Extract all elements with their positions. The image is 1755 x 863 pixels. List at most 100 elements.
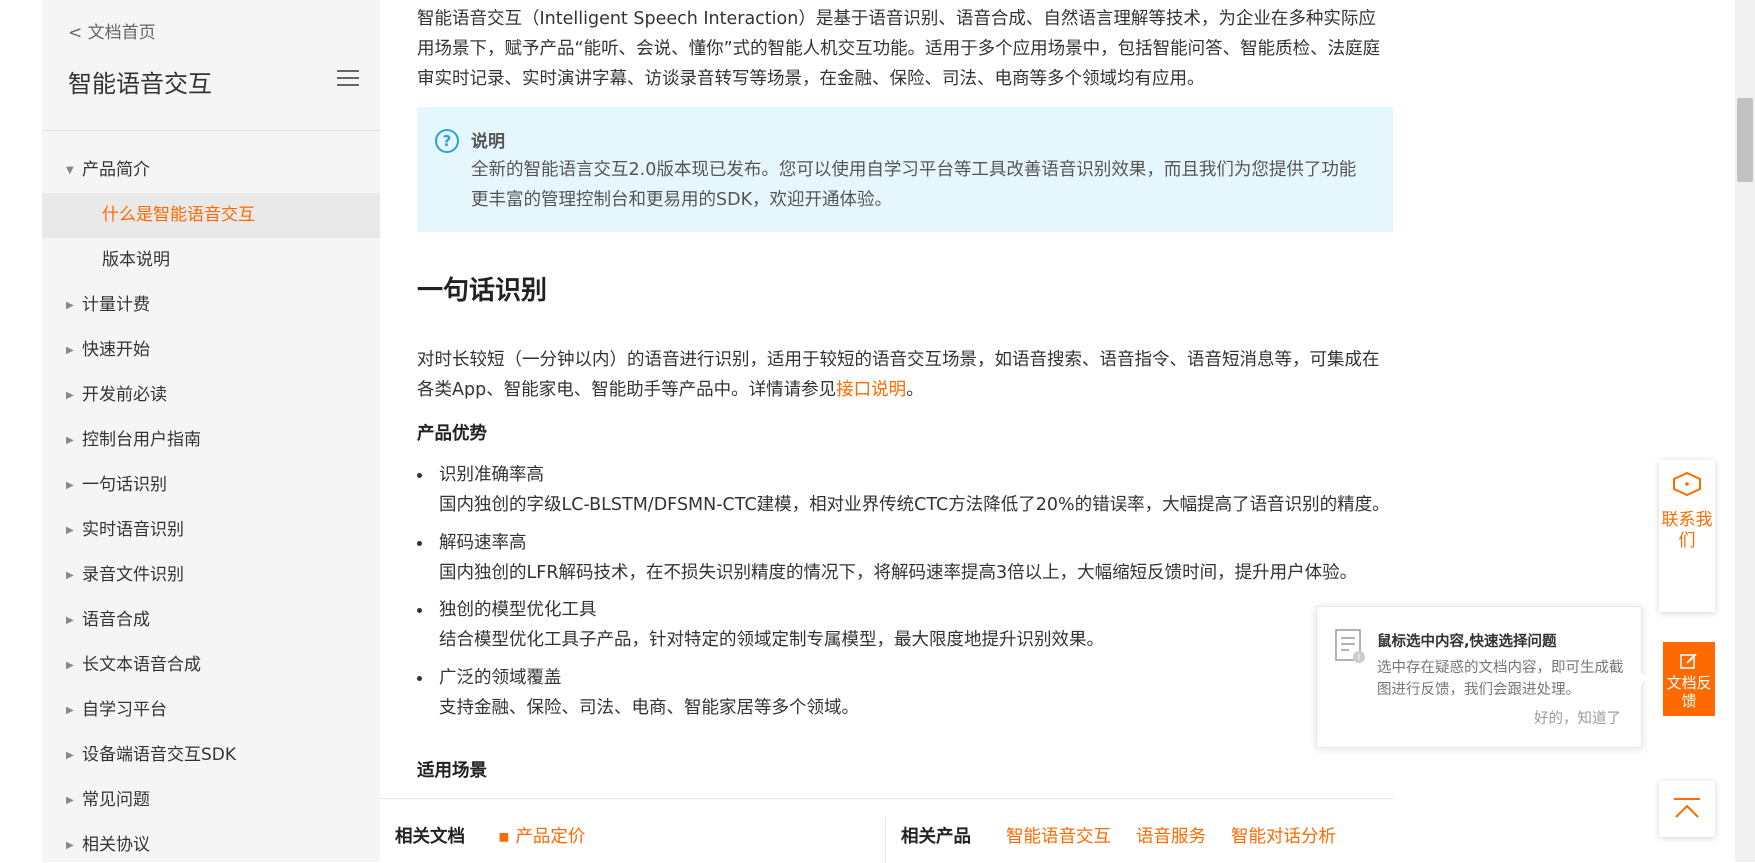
advantage-desc: 结合模型优化工具子产品，针对特定的领域定制专属模型，最大限度地提升识别效果。 xyxy=(439,630,1104,650)
sidebar-item-sentence-recognition[interactable]: ▶ 一句话识别 xyxy=(42,463,380,508)
sidebar-divider xyxy=(42,130,380,131)
related-divider xyxy=(885,817,886,863)
question-circle-icon: ? xyxy=(435,129,459,153)
advantages-heading: 产品优势 xyxy=(417,424,487,444)
related-product-link[interactable]: 智能对话分析 xyxy=(1231,823,1336,848)
intro-paragraph: 智能语音交互（Intelligent Speech Interaction）是基… xyxy=(417,9,1381,89)
sidebar-item-label: 常见问题 xyxy=(82,790,150,810)
sidebar-item-label: 计量计费 xyxy=(82,295,150,315)
sidebar-item-label: 控制台用户指南 xyxy=(82,430,201,450)
svg-text:!: ! xyxy=(1357,653,1361,663)
caret-right-icon: ▶ xyxy=(66,480,74,491)
tip-body: 选中存在疑惑的文档内容，即可生成截图进行反馈，我们会跟进处理。 xyxy=(1377,660,1624,698)
api-doc-link[interactable]: 接口说明 xyxy=(836,380,906,400)
caret-right-icon: ▶ xyxy=(66,795,74,806)
hamburger-menu-icon[interactable] xyxy=(337,70,359,88)
sidebar-item-label: 版本说明 xyxy=(102,250,170,270)
caret-right-icon: ▶ xyxy=(66,660,74,671)
related-doc-pricing-text: 产品定价 xyxy=(515,827,586,847)
list-item: 广泛的领域覆盖 支持金融、保险、司法、电商、智能家居等多个领域。 xyxy=(417,663,1393,731)
sidebar-item-label: 录音文件识别 xyxy=(82,565,184,585)
caret-right-icon: ▶ xyxy=(66,390,74,401)
sidebar-item-label: 语音合成 xyxy=(82,610,150,630)
sidebar-item-label: 实时语音识别 xyxy=(82,520,184,540)
advantage-desc: 国内独创的LFR解码技术，在不损失识别精度的情况下，将解码速率提高3倍以上，大幅… xyxy=(439,562,1358,583)
caret-right-icon: ▶ xyxy=(66,300,74,311)
related-product-link[interactable]: 语音服务 xyxy=(1136,823,1206,848)
caret-right-icon: ▶ xyxy=(66,570,74,581)
sidebar-item-agreements[interactable]: ▶ 相关协议 xyxy=(42,823,380,862)
sidebar-item-label: 开发前必读 xyxy=(82,385,167,405)
tip-dismiss-button[interactable]: 好的，知道了 xyxy=(1534,707,1621,728)
scenarios-heading: 适用场景 xyxy=(417,761,487,781)
page-scrollbar[interactable] xyxy=(1735,0,1755,862)
section-paragraph-end: 。 xyxy=(906,380,924,400)
tip-title: 鼠标选中内容,快速选择问题 xyxy=(1377,634,1557,650)
back-to-docs-home-link[interactable]: < 文档首页 xyxy=(68,18,156,43)
note-title: 说明 xyxy=(471,132,505,152)
bullet-dot xyxy=(417,675,422,681)
sidebar-item-label: 快速开始 xyxy=(82,340,150,360)
advantage-title: 独创的模型优化工具 xyxy=(439,600,597,620)
tip-arrow xyxy=(1639,670,1647,686)
sidebar-item-product-intro[interactable]: ▼ 产品简介 xyxy=(42,148,380,193)
back-to-top-button[interactable] xyxy=(1659,781,1715,837)
sidebar-item-release-notes[interactable]: 版本说明 xyxy=(42,238,380,283)
caret-right-icon: ▶ xyxy=(66,750,74,761)
sidebar-item-label: 什么是智能语音交互 xyxy=(102,205,255,225)
sidebar-item-tts[interactable]: ▶ 语音合成 xyxy=(42,598,380,643)
sidebar-item-device-sdk[interactable]: ▶ 设备端语音交互SDK xyxy=(42,733,380,778)
caret-right-icon: ▶ xyxy=(66,345,74,356)
sidebar-item-long-tts[interactable]: ▶ 长文本语音合成 xyxy=(42,643,380,688)
caret-right-icon: ▶ xyxy=(66,705,74,716)
advantage-title: 广泛的领域覆盖 xyxy=(439,667,562,688)
scrollbar-thumb[interactable] xyxy=(1737,98,1753,182)
bullet-dot xyxy=(417,473,422,478)
doc-feedback-label: 文档反馈 xyxy=(1666,674,1712,710)
bullet-dot xyxy=(417,540,422,546)
sidebar-item-self-learning[interactable]: ▶ 自学习平台 xyxy=(42,688,380,733)
related-products-label: 相关产品 xyxy=(901,827,971,847)
edit-icon xyxy=(1680,653,1697,669)
note-body: 全新的智能语言交互2.0版本现已发布。您可以使用自学习平台等工具改善语音识别效果… xyxy=(471,160,1357,210)
sidebar-item-label: 设备端语音交互SDK xyxy=(82,745,237,765)
sidebar-title: 智能语音交互 xyxy=(68,70,212,98)
advantage-title: 识别准确率高 xyxy=(439,465,544,485)
sidebar-item-faq[interactable]: ▶ 常见问题 xyxy=(42,778,380,823)
arrow-up-icon xyxy=(1674,798,1700,818)
sidebar-item-label: 产品简介 xyxy=(82,160,150,180)
advantages-list: 识别准确率高 国内独创的字级LC-BLSTM/DFSMN-CTC建模，相对业界传… xyxy=(417,460,1393,730)
sidebar-item-quick-start[interactable]: ▶ 快速开始 xyxy=(42,328,380,373)
related-docs-label: 相关文档 xyxy=(395,827,465,847)
section-paragraph: 对时长较短（一分钟以内）的语音进行识别，适用于较短的语音交互场景，如语音搜索、语… xyxy=(417,345,1393,405)
sidebar-item-label: 长文本语音合成 xyxy=(82,655,201,675)
caret-down-icon: ▼ xyxy=(66,165,74,176)
sidebar-item-file-recognition[interactable]: ▶ 录音文件识别 xyxy=(42,553,380,598)
caret-right-icon: ▶ xyxy=(66,615,74,626)
note-box: ? 说明 全新的智能语言交互2.0版本现已发布。您可以使用自学习平台等工具改善语… xyxy=(417,107,1393,232)
related-doc-pricing-link[interactable]: ▪ 产品定价 xyxy=(498,823,585,848)
hexagon-icon xyxy=(1673,472,1701,496)
section-heading: 一句话识别 xyxy=(417,276,548,306)
doc-feedback-button[interactable]: 文档反馈 xyxy=(1663,642,1715,716)
sidebar-nav: ▼ 产品简介 什么是智能语音交互 版本说明 ▶ 计量计费 ▶ 快速开始 ▶ 开发… xyxy=(42,148,380,862)
sidebar-item-label: 一句话识别 xyxy=(82,475,167,495)
list-item: 解码速率高 国内独创的LFR解码技术，在不损失识别精度的情况下，将解码速率提高3… xyxy=(417,528,1393,596)
document-icon: ! xyxy=(1335,629,1365,663)
caret-right-icon: ▶ xyxy=(66,525,74,536)
related-product-link[interactable]: 智能语音交互 xyxy=(1006,823,1111,848)
advantage-title: 解码速率高 xyxy=(439,532,527,553)
sidebar-item-before-dev[interactable]: ▶ 开发前必读 xyxy=(42,373,380,418)
list-item: 独创的模型优化工具 结合模型优化工具子产品，针对特定的领域定制专属模型，最大限度… xyxy=(417,595,1393,663)
sidebar-item-what-is[interactable]: 什么是智能语音交互 xyxy=(42,193,380,238)
advantage-desc: 支持金融、保险、司法、电商、智能家居等多个领域。 xyxy=(439,697,859,718)
sidebar-item-console-guide[interactable]: ▶ 控制台用户指南 xyxy=(42,418,380,463)
sidebar-item-realtime-recognition[interactable]: ▶ 实时语音识别 xyxy=(42,508,380,553)
contact-us-label: 联系我们 xyxy=(1661,510,1713,551)
contact-us-button[interactable]: 联系我们 xyxy=(1659,460,1715,612)
caret-right-icon: ▶ xyxy=(66,435,74,446)
sidebar-item-billing[interactable]: ▶ 计量计费 xyxy=(42,283,380,328)
list-item: 识别准确率高 国内独创的字级LC-BLSTM/DFSMN-CTC建模，相对业界传… xyxy=(417,460,1393,528)
feedback-tip-popover: ! 鼠标选中内容,快速选择问题 选中存在疑惑的文档内容，即可生成截图进行反馈，我… xyxy=(1316,606,1642,748)
sidebar: < 文档首页 智能语音交互 ▼ 产品简介 什么是智能语音交互 版本说明 ▶ 计量… xyxy=(42,0,380,862)
